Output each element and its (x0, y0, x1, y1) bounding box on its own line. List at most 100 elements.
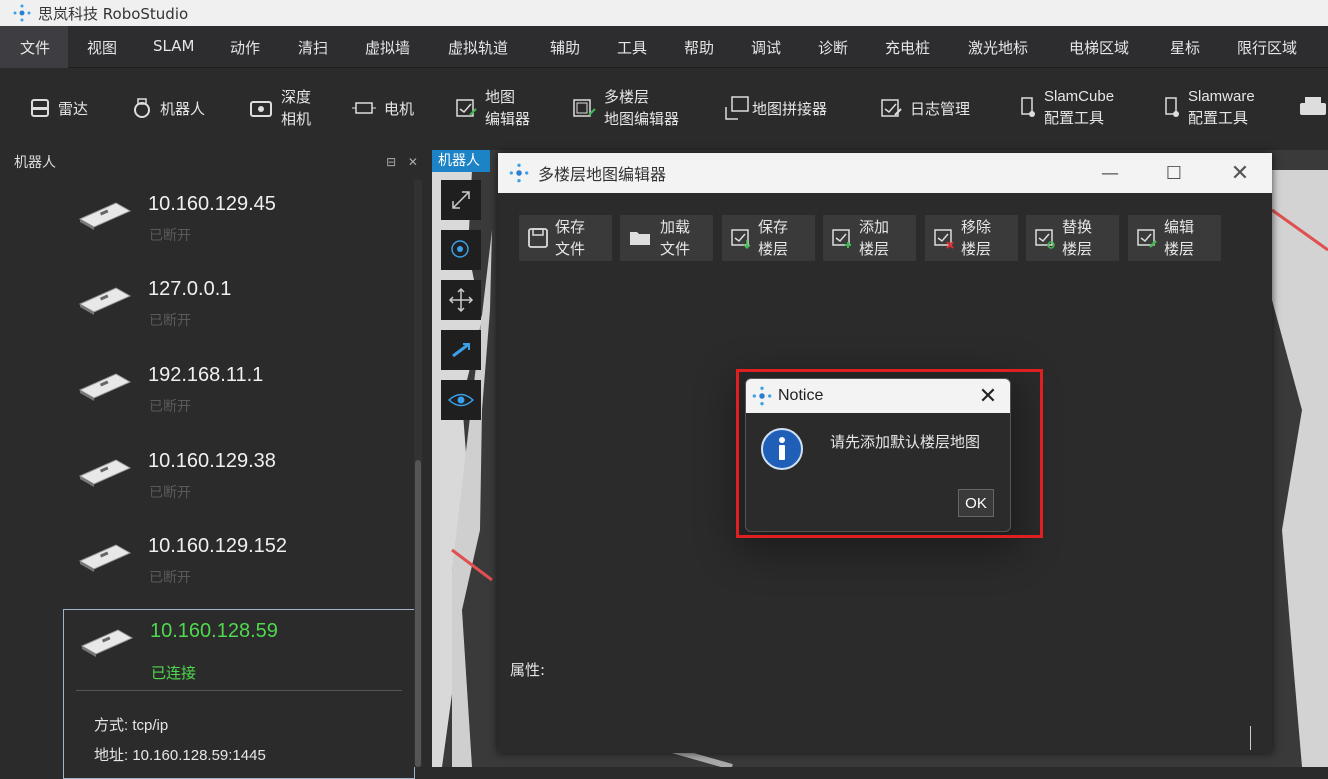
pose-tool[interactable] (441, 330, 481, 370)
map-editor-button[interactable]: 地图 编辑器 (455, 68, 530, 148)
map-tab-robot[interactable]: 机器人 (432, 150, 490, 172)
remove-floor-label-2: 楼层 (961, 240, 992, 258)
robot-list-item[interactable]: 10.160.129.38 已断开 (62, 440, 414, 526)
menu-tools[interactable]: 工具 (617, 37, 647, 58)
slamware-config-button[interactable]: Slamware 配置工具 (1164, 68, 1255, 148)
lidar-icon (31, 99, 49, 117)
slamcube-config-button[interactable]: SlamCube 配置工具 (1020, 68, 1114, 148)
print-button[interactable] (1298, 68, 1328, 148)
maximize-button[interactable]: ☐ (1144, 153, 1204, 193)
robot-list-scrollbar[interactable] (414, 180, 422, 767)
eye-icon (447, 393, 475, 407)
robot-ip: 127.0.0.1 (148, 278, 232, 300)
locate-tool[interactable] (441, 230, 481, 270)
arrow-icon (452, 342, 470, 358)
motor-label: 电机 (384, 99, 415, 118)
robot-ip: 10.160.129.152 (148, 535, 288, 557)
slamware-label-1: Slamware (1188, 88, 1255, 105)
lidar-label: 雷达 (58, 99, 89, 118)
log-manager-button[interactable]: 日志管理 (880, 68, 970, 148)
menu-assist[interactable]: 辅助 (550, 37, 580, 58)
menu-slam[interactable]: SLAM (153, 37, 194, 55)
motor-button[interactable]: 电机 (352, 68, 414, 148)
menu-debug[interactable]: 调试 (751, 37, 781, 58)
map-edit-icon (456, 99, 477, 117)
floor-remove-icon (934, 229, 954, 249)
menu-file[interactable]: 文件 (20, 37, 50, 58)
menu-clean[interactable]: 清扫 (298, 37, 328, 58)
map-stitcher-button[interactable]: 地图拼接器 (724, 68, 827, 148)
device-icon (1165, 97, 1179, 117)
property-label: 属性: (510, 661, 546, 679)
multi-floor-label-1: 多楼层 (604, 88, 650, 106)
menu-elevator-area[interactable]: 电梯区域 (1069, 37, 1129, 58)
replace-floor-button[interactable]: 替换 楼层 (1026, 215, 1119, 261)
close-button[interactable]: ✕ (1210, 153, 1270, 193)
edit-floor-button[interactable]: 编辑 楼层 (1128, 215, 1221, 261)
menu-charging[interactable]: 充电桩 (885, 37, 930, 58)
depth-camera-button[interactable]: 深度 相机 (249, 68, 311, 148)
save-file-label-1: 保存 (555, 218, 586, 236)
save-floor-label-2: 楼层 (758, 240, 789, 258)
app-title: 思岚科技 RoboStudio (38, 4, 189, 23)
robot-list-item[interactable]: 10.160.129.152 已断开 (62, 525, 414, 611)
robot-device-icon (76, 454, 134, 488)
text-cursor (1250, 726, 1251, 750)
minimize-button[interactable]: — (1080, 153, 1140, 193)
add-floor-button[interactable]: 添加 楼层 (823, 215, 916, 261)
zoom-fit-tool[interactable] (441, 180, 481, 220)
panel-controls[interactable]: ⊟ ✕ (386, 155, 422, 169)
move-tool[interactable] (441, 280, 481, 320)
robot-ip: 10.160.128.59 (150, 620, 278, 642)
menu-view[interactable]: 视图 (87, 37, 117, 58)
floor-save-icon (731, 229, 751, 249)
menu-action[interactable]: 动作 (230, 37, 260, 58)
robot-status: 已断开 (149, 485, 191, 501)
floor-replace-icon (1035, 229, 1055, 249)
camera-icon (250, 101, 272, 117)
multi-floor-editor-button[interactable]: 多楼层 地图编辑器 (572, 68, 679, 148)
multi-floor-icon (573, 99, 596, 117)
robot-ip: 10.160.129.45 (148, 193, 276, 215)
menu-laser-landmark[interactable]: 激光地标 (968, 37, 1028, 58)
device-icon (1021, 97, 1035, 117)
scrollbar-thumb[interactable] (415, 460, 421, 767)
visibility-tool[interactable] (441, 380, 481, 420)
menu-star[interactable]: 星标 (1170, 37, 1200, 58)
robot-status: 已断开 (149, 313, 191, 329)
robot-label: 机器人 (160, 99, 206, 118)
robot-status: 已连接 (151, 664, 197, 682)
menu-diagnose[interactable]: 诊断 (818, 37, 848, 58)
robot-list-item[interactable]: 192.168.11.1 已断开 (62, 354, 414, 440)
save-floor-label-1: 保存 (758, 218, 789, 236)
robot-list-item[interactable]: 10.160.128.59 已连接 方式: tcp/ip 地址: 10.160.128… (63, 609, 415, 779)
robot-status: 已断开 (149, 570, 191, 586)
robot-button[interactable]: 机器人 (132, 68, 205, 148)
menu-restricted-area[interactable]: 限行区域 (1237, 37, 1297, 58)
menu-virtual-wall[interactable]: 虚拟墙 (365, 37, 410, 58)
app-logo-icon (509, 163, 529, 183)
robot-device-icon (76, 539, 134, 573)
robot-list-item[interactable]: 10.160.129.45 已断开 (62, 183, 414, 269)
multi-floor-label-2: 地图编辑器 (604, 110, 680, 128)
robot-panel-title: 机器人 (14, 155, 56, 171)
remove-floor-button[interactable]: 移除 楼层 (925, 215, 1018, 261)
divider (76, 690, 402, 691)
robot-ip: 192.168.11.1 (148, 364, 264, 386)
menu-help[interactable]: 帮助 (684, 37, 714, 58)
save-file-button[interactable]: 保存 文件 (519, 215, 612, 261)
save-floor-button[interactable]: 保存 楼层 (722, 215, 815, 261)
edit-floor-label-2: 楼层 (1164, 240, 1195, 258)
menu-virtual-track[interactable]: 虚拟轨道 (448, 37, 508, 58)
floor-add-icon (832, 229, 851, 248)
window-titlebar: 思岚科技 RoboStudio (0, 0, 1328, 26)
lidar-button[interactable]: 雷达 (30, 68, 88, 148)
log-icon (881, 99, 902, 117)
add-floor-label-2: 楼层 (859, 240, 890, 258)
load-file-button[interactable]: 加载 文件 (620, 215, 713, 261)
robot-list-item[interactable]: 127.0.0.1 已断开 (62, 268, 414, 354)
replace-floor-label-2: 楼层 (1062, 240, 1093, 258)
menu-bar: 文件 视图 SLAM 动作 清扫 虚拟墙 虚拟轨道 辅助 工具 帮助 调试 诊断… (0, 26, 1328, 68)
depth-label-2: 相机 (281, 110, 312, 128)
robot-device-icon (78, 624, 136, 658)
